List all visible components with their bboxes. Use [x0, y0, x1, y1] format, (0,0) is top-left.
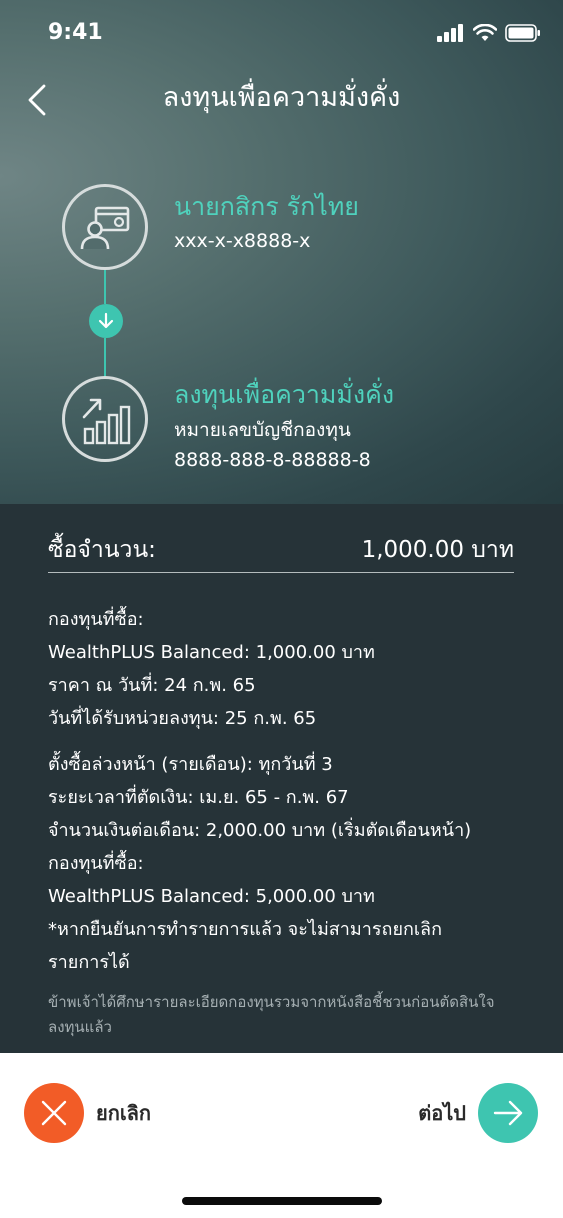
- action-footer: [0, 1053, 563, 1218]
- status-icons: [437, 24, 541, 42]
- cancel-button[interactable]: [24, 1083, 84, 1143]
- close-icon: [41, 1100, 67, 1126]
- destination-account-number: 8888-888-8-88888-8: [174, 449, 371, 471]
- battery-icon: [505, 24, 540, 42]
- person-card-icon: [80, 206, 130, 250]
- status-time: 9:41: [48, 20, 103, 45]
- purchase-amount-value: 1,000.00 บาท: [361, 537, 514, 563]
- purchase-amount-row: ซื้อจำนวน: 1,000.00 บาท: [48, 530, 514, 573]
- cellular-signal-icon: [437, 24, 463, 42]
- monthly-amount: จำนวนเงินต่อเดือน: 2,000.00 บาท (เริ่มตั…: [48, 820, 472, 841]
- source-avatar: [62, 184, 148, 270]
- fund-label: กองทุนที่ซื้อ:: [48, 609, 144, 630]
- home-indicator: [182, 1197, 382, 1205]
- flow-connector-top: [104, 270, 106, 304]
- destination-name: ลงทุนเพื่อความมั่งคั่ง: [174, 380, 395, 409]
- order-details: กองทุนที่ซื้อ: WealthPLUS Balanced: 1,00…: [48, 603, 548, 979]
- source-name: นายกสิกร รักไทย: [174, 192, 359, 221]
- cancel-label[interactable]: ยกเลิก: [96, 1097, 151, 1129]
- next-label[interactable]: ต่อไป: [418, 1097, 466, 1129]
- units-date: วันที่ได้รับหน่วยลงทุน: 25 ก.พ. 65: [48, 708, 317, 729]
- arrow-right-icon: [493, 1100, 523, 1126]
- growth-chart-icon: [82, 398, 131, 445]
- next-button[interactable]: [478, 1083, 538, 1143]
- fund-line-2: WealthPLUS Balanced: 5,000.00 บาท: [48, 886, 375, 907]
- fund-label-2: กองทุนที่ซื้อ:: [48, 853, 144, 874]
- page-title: ลงทุนเพื่อความมั่งคั่ง: [162, 82, 401, 113]
- flow-connector-bottom: [104, 338, 106, 376]
- schedule: ตั้งซื้อล่วงหน้า (รายเดือน): ทุกวันที่ 3: [48, 754, 333, 775]
- fund-line: WealthPLUS Balanced: 1,000.00 บาท: [48, 642, 375, 663]
- wifi-icon: [473, 24, 497, 41]
- details-gap: [48, 735, 548, 748]
- deduction-period: ระยะเวลาที่ตัดเงิน: เม.ย. 65 - ก.พ. 67: [48, 787, 349, 808]
- price-date: ราคา ณ วันที่: 24 ก.พ. 65: [48, 675, 256, 696]
- warning-line-1: *หากยืนยันการทำรายการแล้ว จะไม่สามารถยกเ…: [48, 919, 442, 940]
- destination-avatar: [62, 376, 148, 462]
- purchase-amount-label: ซื้อจำนวน:: [48, 537, 156, 563]
- arrow-down-icon: [98, 312, 114, 329]
- arrow-down-badge: [89, 304, 123, 338]
- disclaimer: ข้าพเจ้าได้ศึกษารายละเอียดกองทุนรวมจากหน…: [48, 993, 495, 1036]
- source-account: xxx-x-x8888-x: [174, 230, 311, 252]
- warning-line-2: รายการได้: [48, 952, 130, 973]
- destination-account-label: หมายเลขบัญชีกองทุน: [174, 419, 351, 441]
